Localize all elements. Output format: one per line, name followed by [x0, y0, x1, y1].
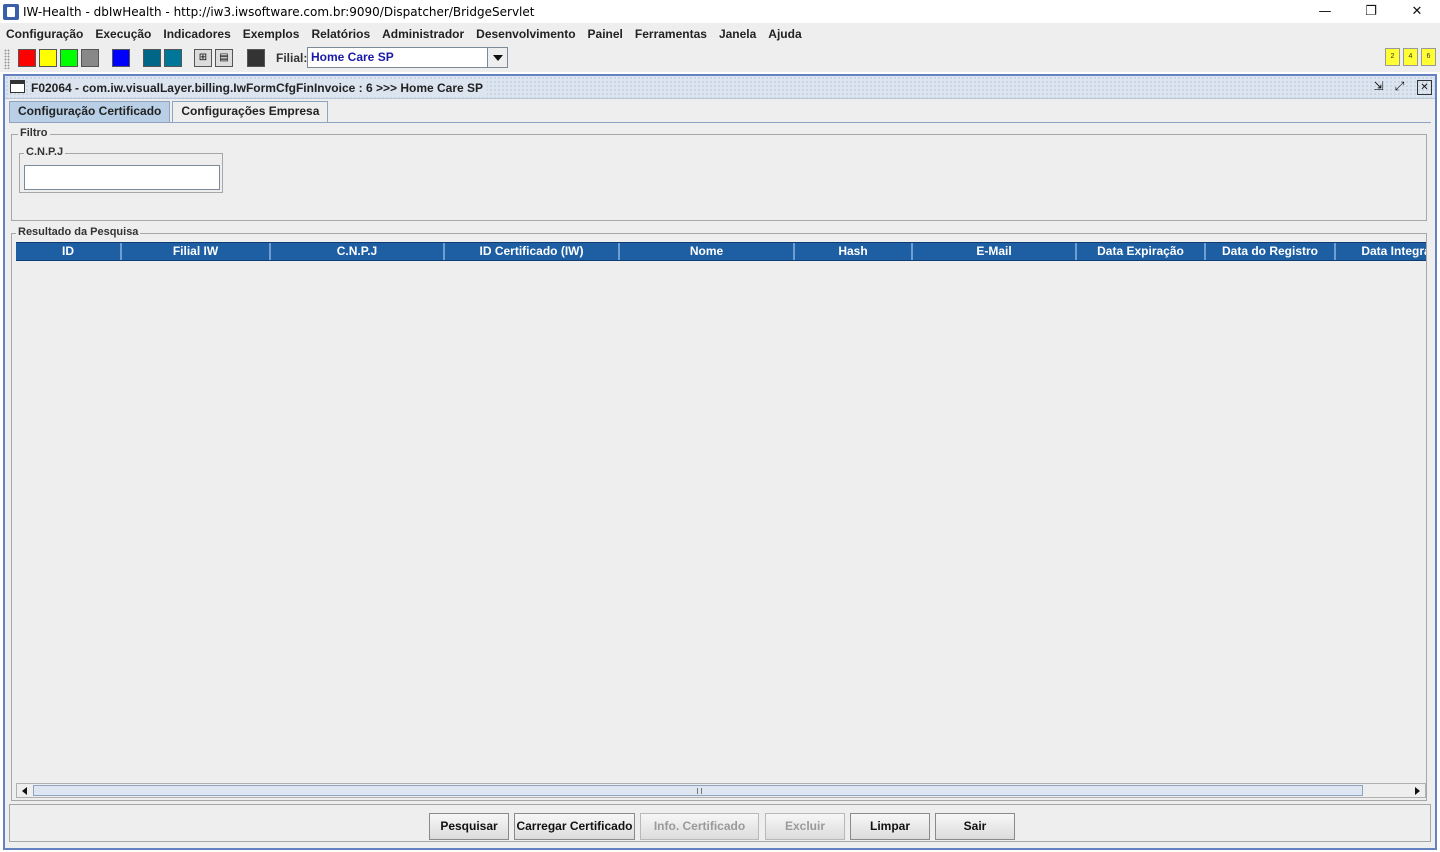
excluir-button[interactable]: Excluir	[765, 813, 845, 840]
menu-relatorios[interactable]: Relatórios	[305, 23, 376, 45]
menu-ferramentas[interactable]: Ferramentas	[629, 23, 713, 45]
color-swatch-green[interactable]	[60, 49, 78, 67]
menu-indicadores[interactable]: Indicadores	[157, 23, 236, 45]
internal-frame: F02064 - com.iw.visualLayer.billing.IwFo…	[3, 74, 1437, 850]
color-swatch-gray[interactable]	[81, 49, 99, 67]
chevron-down-icon[interactable]	[487, 48, 507, 67]
close-window-button[interactable]: ✕	[1394, 0, 1440, 23]
scroll-right-icon[interactable]	[1410, 784, 1425, 797]
column-header-data-expiracao[interactable]: Data Expiração	[1077, 243, 1206, 260]
cnpj-label: C.N.P.J	[24, 146, 66, 158]
menu-janela[interactable]: Janela	[713, 23, 762, 45]
column-header-data-registro[interactable]: Data do Registro	[1206, 243, 1336, 260]
color-swatch-dark[interactable]	[247, 49, 265, 67]
app-icon	[3, 3, 19, 20]
pesquisar-button[interactable]: Pesquisar	[429, 813, 509, 840]
menu-bar: Configuração Execução Indicadores Exempl…	[0, 23, 1440, 45]
results-table-body[interactable]	[16, 261, 1426, 781]
minimize-button[interactable]: —	[1302, 0, 1348, 23]
column-header-id[interactable]: ID	[16, 243, 122, 260]
cnpj-input[interactable]	[24, 165, 220, 190]
filter-group: Filtro C.N.P.J	[11, 127, 1427, 221]
filial-select[interactable]: Home Care SP	[307, 47, 508, 68]
tree-view-icon[interactable]: ⊞	[194, 49, 212, 67]
notification-badge-6[interactable]: 6	[1421, 48, 1436, 66]
iconify-icon[interactable]: ⇲	[1371, 80, 1386, 95]
info-certificado-button[interactable]: Info. Certificado	[640, 813, 759, 840]
tab-configuracao-certificado[interactable]: Configuração Certificado	[9, 101, 171, 122]
color-swatch-red[interactable]	[18, 49, 36, 67]
menu-ajuda[interactable]: Ajuda	[762, 23, 807, 45]
menu-configuracao[interactable]: Configuração	[0, 23, 89, 45]
notification-badge-4[interactable]: 4	[1403, 48, 1418, 66]
color-swatch-blue[interactable]	[112, 49, 130, 67]
frame-window-icon	[10, 80, 25, 93]
tab-bar: Configuração Certificado Configurações E…	[9, 101, 330, 123]
tab-divider	[9, 122, 1431, 123]
column-header-data-integracao[interactable]: Data Integra	[1336, 243, 1426, 260]
results-group-title: Resultado da Pesquisa	[16, 226, 141, 238]
notification-badge-2[interactable]: 2	[1385, 48, 1400, 66]
toolbar-grip-icon[interactable]	[4, 49, 10, 69]
menu-painel[interactable]: Painel	[582, 23, 629, 45]
action-button-bar: Pesquisar Carregar Certificado Info. Cer…	[9, 804, 1431, 842]
maximize-frame-icon[interactable]: ⤢	[1392, 80, 1407, 95]
filter-group-title: Filtro	[18, 127, 50, 139]
menu-desenvolvimento[interactable]: Desenvolvimento	[470, 23, 581, 45]
carregar-certificado-button[interactable]: Carregar Certificado	[514, 813, 635, 840]
window-title: IW-Health - dbIwHealth - http://iw3.iwso…	[23, 4, 535, 19]
cnpj-group: C.N.P.J	[19, 146, 223, 193]
column-header-nome[interactable]: Nome	[620, 243, 795, 260]
maximize-button[interactable]: ❐	[1348, 0, 1394, 23]
scrollbar-thumb[interactable]	[33, 785, 1363, 796]
menu-administrador[interactable]: Administrador	[376, 23, 470, 45]
limpar-button[interactable]: Limpar	[850, 813, 930, 840]
column-header-filial-iw[interactable]: Filial IW	[122, 243, 271, 260]
filial-selected-value: Home Care SP	[311, 50, 394, 64]
color-swatch-teal[interactable]	[143, 49, 161, 67]
color-swatch-teal-2[interactable]	[164, 49, 182, 67]
tab-configuracoes-empresa[interactable]: Configurações Empresa	[172, 101, 329, 122]
window-controls: — ❐ ✕	[1302, 0, 1440, 23]
sair-button[interactable]: Sair	[935, 813, 1015, 840]
menu-exemplos[interactable]: Exemplos	[237, 23, 306, 45]
color-swatch-yellow[interactable]	[39, 49, 57, 67]
filial-label: Filial:	[276, 51, 308, 65]
column-header-hash[interactable]: Hash	[795, 243, 913, 260]
results-table-header: ID Filial IW C.N.P.J ID Certificado (IW)…	[16, 242, 1426, 261]
column-header-email[interactable]: E-Mail	[913, 243, 1077, 260]
column-header-id-certificado[interactable]: ID Certificado (IW)	[445, 243, 620, 260]
scroll-left-icon[interactable]	[17, 784, 32, 797]
close-frame-icon[interactable]: ✕	[1417, 80, 1432, 95]
column-header-cnpj[interactable]: C.N.P.J	[271, 243, 445, 260]
window-list-icon[interactable]: ▤	[215, 49, 233, 67]
frame-title-bar[interactable]: F02064 - com.iw.visualLayer.billing.IwFo…	[5, 76, 1435, 99]
horizontal-scrollbar[interactable]	[16, 783, 1426, 798]
frame-title: F02064 - com.iw.visualLayer.billing.IwFo…	[31, 81, 488, 95]
window-title-bar: IW-Health - dbIwHealth - http://iw3.iwso…	[0, 0, 1440, 23]
menu-execucao[interactable]: Execução	[89, 23, 157, 45]
